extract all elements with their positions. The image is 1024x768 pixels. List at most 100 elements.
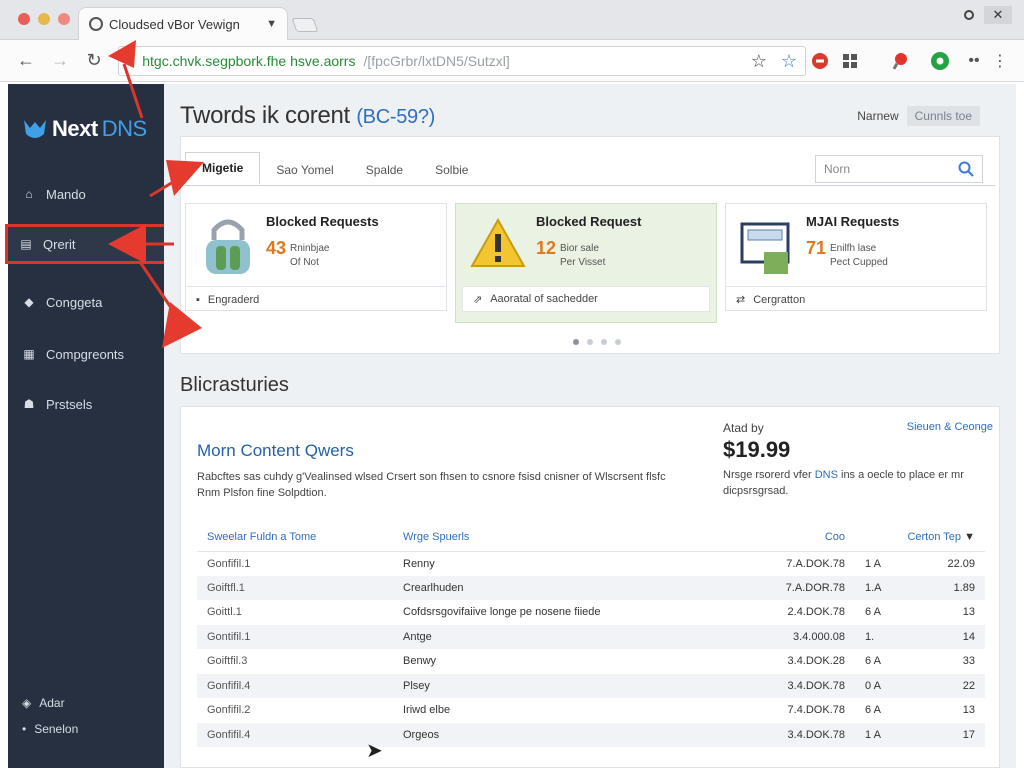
card-footer: ▪ Engraderd [186, 286, 446, 312]
sidebar-item-label: Senelon [34, 722, 79, 736]
more-icon[interactable]: •• [964, 51, 984, 71]
sort-down-icon[interactable]: ▼ [964, 531, 975, 543]
page-title-sub: (BC-59?) [356, 106, 436, 128]
card-footer: ⇄ Cergratton [726, 286, 986, 312]
sidebar-item-prstsels[interactable]: ☗ Prstsels [8, 384, 164, 424]
overview-panel: Migetie Sao Yomel Spalde Solbie Norn Blo… [180, 136, 1000, 354]
table-row[interactable]: Goiftfl.1 Crearlhuden 7.A.DOR.78 1.A 1.89 [197, 575, 985, 600]
carousel-dot[interactable] [573, 339, 579, 345]
bookmark-star-icon[interactable]: ☆ [751, 51, 767, 72]
table-row[interactable]: Gonfifil.2 Iriwd elbe 7.4.DOK.78 6 A 13 [197, 698, 985, 723]
sidebar-item-label: Adar [39, 696, 65, 710]
secure-lock-icon: ● [127, 54, 135, 68]
search-input[interactable]: Norn [815, 155, 983, 183]
forward-arrow-icon[interactable]: → [48, 48, 72, 72]
sidebar-item-compgreonts[interactable]: ▦ Compgreonts [8, 334, 164, 374]
table-row[interactable]: Gonfifil.1 Renny 7.A.DOK.78 1 A 22.09 [197, 551, 985, 576]
sidebar-item-mando[interactable]: ⌂ Mando [8, 174, 164, 214]
tab-divider [185, 185, 995, 186]
data-table: Sweelar Fuldn a Tome Wrge Spuerls Coo Ce… [197, 523, 985, 747]
content-panel: Morn Content Qwers Rabcftes sas cuhdy g'… [180, 406, 1000, 768]
close-browser-icon[interactable]: ✕ [984, 6, 1012, 24]
tab-migetie[interactable]: Migetie [185, 152, 261, 185]
carousel-dot[interactable] [615, 339, 621, 345]
price-box: Atad by $19.99 Nrsge rsorerd vfer DNS in… [723, 421, 993, 499]
sidebar-item-label: Compgreonts [46, 346, 125, 362]
table-row[interactable]: Gonfifil.4 Orgeos 3.4.DOK.78 1 A 17 [197, 722, 985, 747]
menu-icon[interactable]: ⋮ [990, 51, 1010, 71]
column-header[interactable]: Sweelar Fuldn a Tome [197, 523, 393, 552]
monitor-icon [740, 222, 790, 274]
sidebar-item-senelon[interactable]: • Senelon [22, 722, 78, 736]
diamond-icon: ◆ [24, 295, 34, 309]
sidebar-item-conggeta[interactable]: ◆ Conggeta [8, 282, 164, 322]
pin-extension-icon[interactable] [890, 51, 910, 71]
table-row[interactable]: Gontifil.1 Antge 3.4.000.08 1. 14 [197, 624, 985, 649]
green-extension-icon[interactable] [930, 51, 950, 71]
content-card-desc: Rabcftes sas cuhdy g'Vealinsed wlsed Crs… [197, 471, 666, 499]
card-footer: ⇗ Aaoratal of sachedder [462, 286, 710, 312]
reload-icon[interactable]: ↻ [82, 48, 106, 72]
header-label: Narnew [857, 109, 899, 123]
carousel-dot[interactable] [587, 339, 593, 345]
dot-icon: • [22, 722, 27, 736]
new-tab-button[interactable] [291, 18, 319, 32]
stat-card-blocked-request[interactable]: Blocked Request 12 Bior sale Per Visset ⇗… [455, 203, 717, 323]
card-desc: Rninbjae Of Not [290, 243, 330, 268]
brand-name: Next [52, 116, 98, 141]
sidebar-item-qrerit[interactable]: ▤ Qrerit [5, 224, 175, 264]
card-desc: Enilfh lase Pect Cupped [830, 243, 888, 268]
maximize-window-button[interactable] [58, 13, 70, 25]
tab-solbie[interactable]: Solbie [419, 155, 484, 185]
address-bar[interactable]: ● htgc.chvk.segpbork.fhe hsve.aorrs /[fp… [118, 46, 806, 76]
stat-card-mjai-requests[interactable]: MJAI Requests 71 Enilfh lase Pect Cupped … [725, 203, 987, 311]
search-placeholder: Norn [824, 162, 851, 176]
table-row[interactable]: Goittl.1 Cofdsrsgovifaiive longe pe nosen… [197, 600, 985, 625]
url-path: /[fpcGrbr/lxtDN5/Sutzxl] [363, 53, 510, 69]
column-header-sort[interactable]: Certon Tep ▼ [855, 523, 985, 552]
table-row[interactable]: Goiftfil.3 Benwy 3.4.DOK.28 6 A 33 [197, 649, 985, 674]
warning-icon [470, 217, 526, 267]
carousel-dot[interactable] [601, 339, 607, 345]
column-header[interactable]: Wrge Spuerls [393, 523, 745, 552]
tag-icon: ◈ [22, 696, 32, 710]
close-window-button[interactable] [18, 13, 30, 25]
header-pill-button[interactable]: Cunnls toe [906, 106, 980, 126]
section-title: Blicrasturies [180, 374, 289, 396]
more-link[interactable]: Sieuen & Ceonge [907, 421, 993, 433]
briefcase-icon: ▪ [196, 293, 200, 306]
favorite-star-icon[interactable]: ☆ [781, 51, 797, 72]
apps-grid-icon[interactable] [840, 51, 860, 71]
address-bar-actions: ☆ ☆ [751, 51, 797, 72]
browser-toolbar: ← → ↻ ● htgc.chvk.segpbork.fhe hsve.aorr… [0, 40, 1024, 82]
card-title: MJAI Requests [806, 214, 900, 229]
profile-icon[interactable] [964, 10, 974, 20]
stop-extension-icon[interactable] [810, 51, 830, 71]
price-desc: Nrsge rsorerd vfer DNS ins a oecle to pl… [723, 469, 964, 497]
card-title: Blocked Requests [266, 214, 379, 229]
page-title-text: Twords ik corent [180, 102, 350, 129]
minimize-window-button[interactable] [38, 13, 50, 25]
browser-tab[interactable]: Cloudsed vBor Vewign ▼ [78, 7, 288, 40]
sidebar-item-label: Conggeta [46, 294, 103, 310]
table-row[interactable]: Gonfifil.4 Plsey 3.4.DOK.78 0 A 22 [197, 673, 985, 698]
tab-dropdown-icon[interactable]: ▼ [266, 18, 277, 30]
brand-logo[interactable]: Next DNS [22, 116, 147, 142]
connect-icon: ⇄ [736, 294, 746, 306]
sidebar-item-label: Prstsels [46, 396, 93, 412]
back-arrow-icon[interactable]: ← [14, 48, 38, 72]
card-number: 12 [536, 238, 557, 258]
tab-spalde[interactable]: Spalde [350, 155, 419, 185]
card-footer-label: Cergratton [753, 293, 806, 306]
column-header[interactable]: Coo [745, 523, 855, 552]
sidebar-item-adar[interactable]: ◈ Adar [22, 696, 65, 710]
window-actions: ✕ [964, 6, 1012, 24]
tab-title: Cloudsed vBor Vewign [109, 16, 240, 32]
stat-card-blocked-requests[interactable]: Blocked Requests 43 Rninbjae Of Not ▪ Eng… [185, 203, 447, 311]
card-footer-label: Aaoratal of sachedder [490, 293, 598, 305]
content-card-title[interactable]: Morn Content Qwers [197, 441, 354, 461]
carousel-pager [573, 339, 621, 345]
dns-link[interactable]: DNS [815, 469, 838, 481]
search-icon[interactable] [958, 161, 974, 177]
tab-sao-yomel[interactable]: Sao Yomel [260, 155, 349, 185]
